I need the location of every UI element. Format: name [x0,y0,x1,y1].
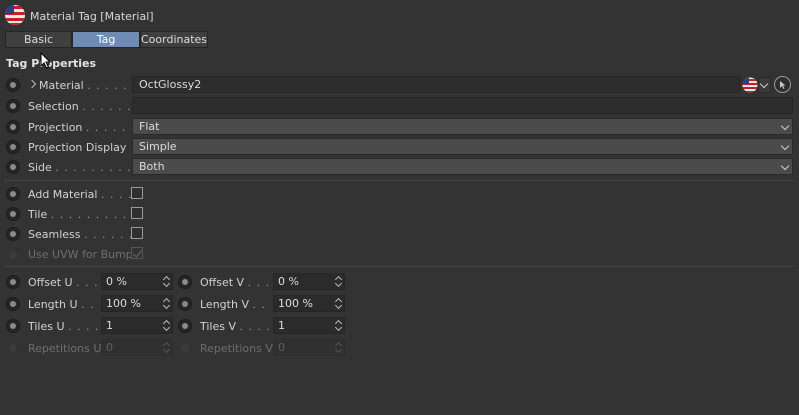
projection-display-dropdown[interactable]: Simple [132,138,793,155]
length-u-anim-dot[interactable] [6,297,20,311]
offset-v-label: Offset V . . . [200,276,271,289]
repetitions-u-input: 0 [101,339,173,356]
chevron-down-icon [780,121,790,131]
tiles-v-input[interactable]: 1 [273,317,345,334]
stepper-arrows-icon[interactable] [164,320,170,331]
length-v-input[interactable]: 100 % [273,295,345,312]
arrow-pointer-icon [780,81,786,89]
length-u-value: 100 % [106,297,141,310]
tile-label: Tile . . . . . . . . . . . [28,208,146,221]
projection-display-value: Simple [139,140,177,153]
tiles-v-anim-dot[interactable] [178,319,192,333]
material-label: Material . . . . . . . [39,79,146,92]
side-value: Both [139,160,165,173]
chevron-down-icon [780,161,790,171]
seamless-label: Seamless . . . . . . . [28,228,143,241]
projection-dropdown[interactable]: Flat [132,118,793,135]
projection-display-anim-dot[interactable] [6,140,20,154]
tab-basic[interactable]: Basic [5,31,72,48]
material-anim-dot[interactable] [6,78,20,92]
tiles-u-label: Tiles U . . . . [28,320,100,333]
offset-v-value: 0 % [278,275,299,288]
stepper-arrows-icon[interactable] [336,298,342,309]
expand-arrow-icon[interactable] [27,79,37,89]
material-dropdown-button[interactable] [758,77,771,93]
material-preview-icon [742,77,758,93]
use-uvw-anim-dot [9,251,17,259]
selection-anim-dot[interactable] [6,99,20,113]
material-link-field[interactable]: OctGlossy2 [132,76,740,93]
window-title: Material Tag [Material] [30,10,154,23]
tiles-u-value: 1 [106,319,113,332]
tiles-u-input[interactable]: 1 [101,317,173,334]
repetitions-v-anim-dot [181,344,189,352]
length-v-anim-dot[interactable] [178,297,192,311]
projection-anim-dot[interactable] [6,120,20,134]
offset-u-label: Offset U . . . [28,276,99,289]
offset-u-value: 0 % [106,275,127,288]
add-material-label: Add Material . . . . . [28,188,142,201]
offset-u-anim-dot[interactable] [6,275,20,289]
selection-field[interactable] [132,97,793,114]
repetitions-v-label: Repetitions V [200,342,273,355]
add-material-checkbox[interactable] [131,187,143,199]
repetitions-u-anim-dot [9,344,17,352]
tab-tag[interactable]: Tag [72,31,140,48]
material-flag-icon [4,4,26,26]
tiles-v-label: Tiles V . . . . [200,320,271,333]
tab-coordinates[interactable]: Coordinates [140,31,208,48]
projection-display-label: Projection Display [28,141,127,154]
stepper-arrows-icon [336,342,342,353]
tiles-u-anim-dot[interactable] [6,319,20,333]
side-dropdown[interactable]: Both [132,158,793,175]
stepper-arrows-icon[interactable] [164,298,170,309]
side-anim-dot[interactable] [6,160,20,174]
repetitions-v-input: 0 [273,339,345,356]
repetitions-v-value: 0 [278,341,285,354]
offset-v-input[interactable]: 0 % [273,273,345,290]
divider [4,266,794,267]
stepper-arrows-icon[interactable] [336,276,342,287]
tile-anim-dot[interactable] [6,207,20,221]
repetitions-u-value: 0 [106,341,113,354]
length-v-value: 100 % [278,297,313,310]
offset-v-anim-dot[interactable] [178,275,192,289]
use-uvw-label: Use UVW for Bump [28,248,133,261]
stepper-arrows-icon[interactable] [336,320,342,331]
projection-value: Flat [139,120,160,133]
length-u-label: Length U . . [28,298,95,311]
tiles-v-value: 1 [278,319,285,332]
seamless-anim-dot[interactable] [6,227,20,241]
pick-object-button[interactable] [774,76,791,93]
divider [4,180,794,181]
projection-label: Projection . . . . . . . [28,121,145,134]
length-u-input[interactable]: 100 % [101,295,173,312]
chevron-down-icon [780,141,790,151]
tile-checkbox[interactable] [131,207,143,219]
offset-u-input[interactable]: 0 % [101,273,173,290]
stepper-arrows-icon [164,342,170,353]
seamless-checkbox[interactable] [131,227,143,239]
selection-label: Selection . . . . . . . [28,100,141,113]
chevron-down-icon [759,79,769,89]
length-v-label: Length V . . [200,298,266,311]
stepper-arrows-icon[interactable] [164,276,170,287]
repetitions-u-label: Repetitions U [28,342,102,355]
add-material-anim-dot[interactable] [6,187,20,201]
use-uvw-checkbox [131,247,143,259]
mouse-cursor-icon [40,52,52,69]
